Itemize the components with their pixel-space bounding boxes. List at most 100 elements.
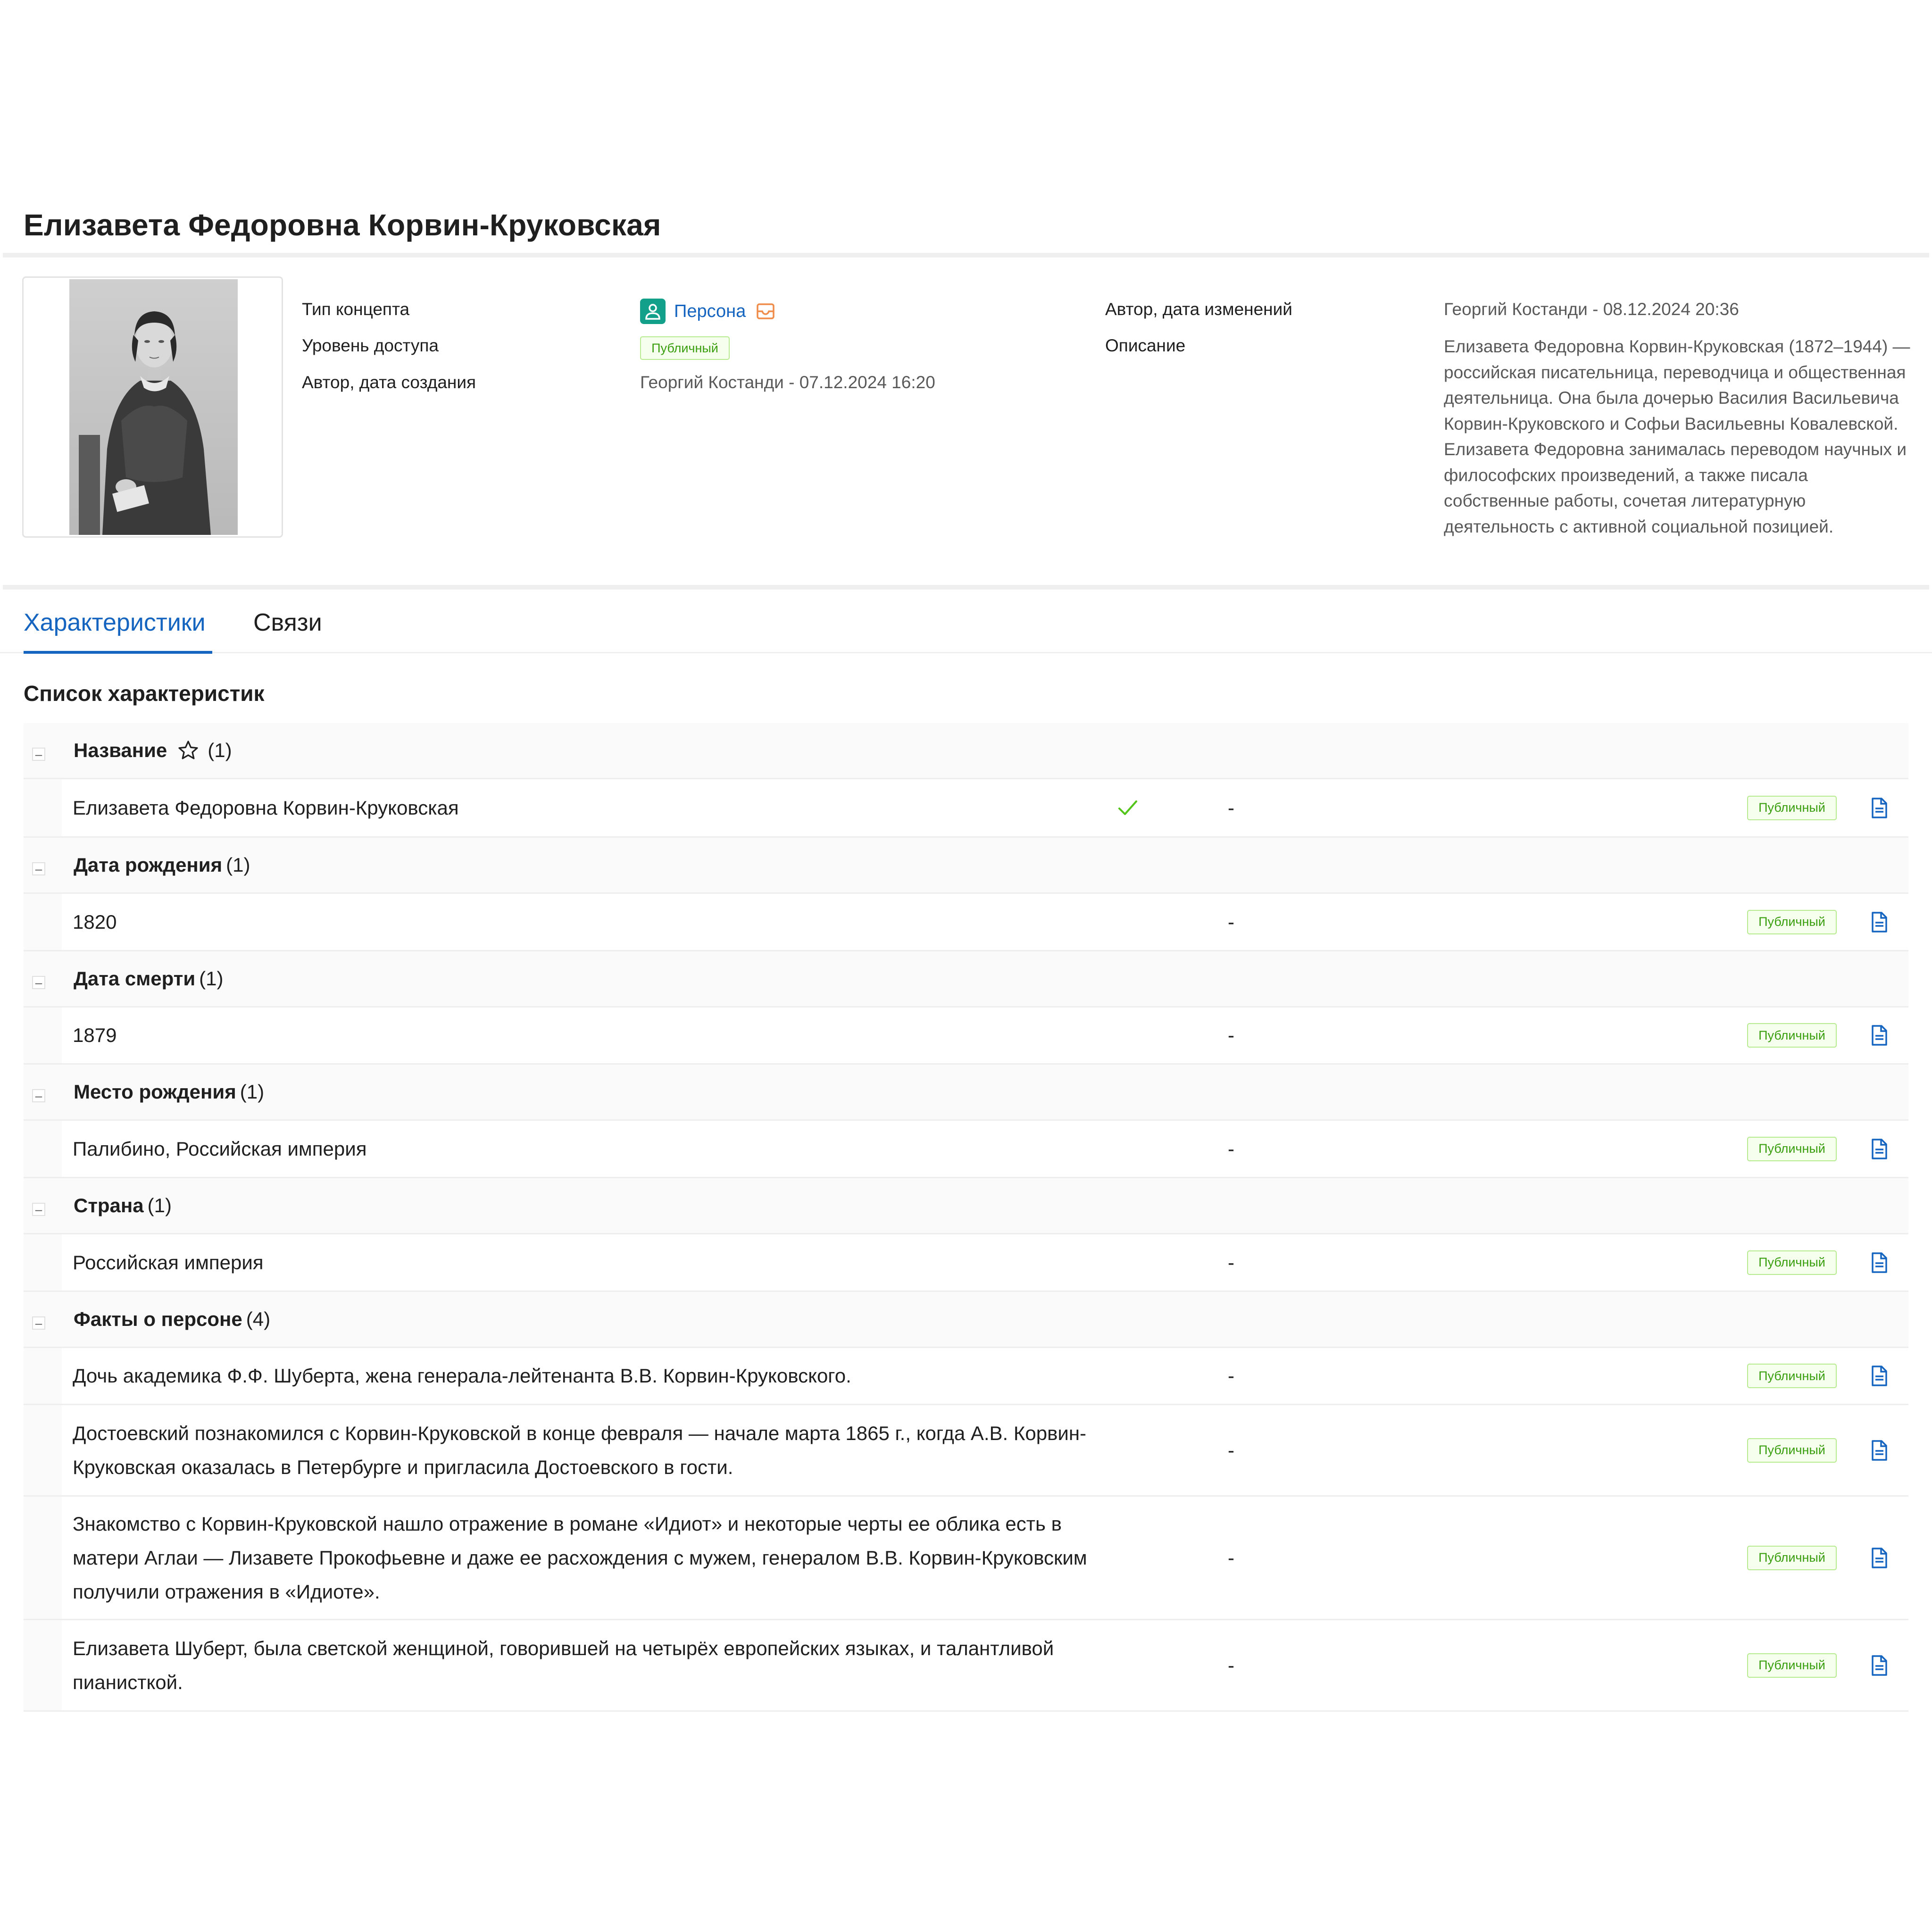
row-gutter xyxy=(24,1348,62,1404)
meta-divider xyxy=(3,585,1929,590)
description-value: Елизавета Федоровна Корвин-Круковская (1… xyxy=(1444,337,1910,536)
concept-type-label: Тип концепта xyxy=(302,300,410,319)
characteristic-group: – Название (1) xyxy=(24,723,1908,779)
star-icon[interactable] xyxy=(177,740,199,761)
characteristic-value: Елизавета Федоровна Корвин-Круковская xyxy=(73,796,459,819)
characteristic-row: Достоевский познакомился с Корвин-Круков… xyxy=(24,1405,1908,1497)
group-count: (1) xyxy=(147,1194,172,1216)
characteristic-row: Дочь академика Ф.Ф. Шуберта, жена генера… xyxy=(24,1348,1908,1405)
characteristic-value: Палибино, Российская империя xyxy=(73,1137,367,1160)
created-label: Автор, дата создания xyxy=(302,373,476,392)
characteristic-group: – Факты о персоне (4) xyxy=(24,1292,1908,1348)
group-label: Место рождения (1) xyxy=(74,1081,264,1103)
group-name: Дата смерти xyxy=(74,967,196,990)
tab-bar: Характеристики Связи xyxy=(0,594,1932,653)
empty-value-dash: - xyxy=(1228,1654,1234,1676)
portrait-image xyxy=(69,279,238,535)
empty-value-dash: - xyxy=(1228,1251,1234,1274)
group-name: Название xyxy=(74,739,167,761)
characteristic-group: – Дата смерти (1) xyxy=(24,951,1908,1008)
portrait-frame xyxy=(22,276,283,538)
status-badge: Публичный xyxy=(1747,1023,1837,1048)
status-badge: Публичный xyxy=(1747,1364,1837,1388)
row-gutter xyxy=(24,1405,62,1495)
group-name: Дата рождения xyxy=(74,854,223,876)
status-badge: Публичный xyxy=(1747,1545,1837,1570)
row-gutter xyxy=(24,1008,62,1063)
characteristic-value: Российская империя xyxy=(73,1251,264,1274)
status-badge: Публичный xyxy=(1747,1250,1837,1275)
check-icon xyxy=(1118,800,1137,815)
inbox-icon[interactable] xyxy=(755,301,776,322)
document-icon[interactable] xyxy=(1870,911,1888,933)
characteristic-value: Дочь академика Ф.Ф. Шуберта, жена генера… xyxy=(73,1365,851,1387)
empty-value-dash: - xyxy=(1228,1024,1234,1046)
collapse-toggle[interactable]: – xyxy=(32,748,45,761)
empty-value-dash: - xyxy=(1228,796,1234,819)
characteristic-group: – Дата рождения (1) xyxy=(24,838,1908,894)
tab-relations[interactable]: Связи xyxy=(253,608,322,637)
collapse-toggle[interactable]: – xyxy=(32,862,45,875)
group-count: (1) xyxy=(240,1081,265,1103)
header-divider xyxy=(3,253,1929,258)
status-badge: Публичный xyxy=(1747,1136,1837,1161)
empty-value-dash: - xyxy=(1228,1439,1234,1461)
status-badge: Публичный xyxy=(1747,1438,1837,1463)
status-badge: Публичный xyxy=(1747,909,1837,934)
row-gutter xyxy=(24,1234,62,1291)
characteristic-row: Российская империя - Публичный xyxy=(24,1234,1908,1292)
characteristic-value: Знакомство с Корвин-Круковской нашло отр… xyxy=(73,1512,1087,1603)
status-badge: Публичный xyxy=(1747,795,1837,820)
modified-value: Георгий Костанди - 08.12.2024 20:36 xyxy=(1444,300,1739,319)
portrait-photo xyxy=(69,279,238,535)
group-name: Страна xyxy=(74,1194,144,1216)
document-icon[interactable] xyxy=(1870,1440,1888,1461)
row-gutter xyxy=(24,779,62,836)
document-icon[interactable] xyxy=(1870,1655,1888,1676)
document-icon[interactable] xyxy=(1870,1024,1888,1046)
group-label: Дата рождения (1) xyxy=(74,854,250,876)
document-icon[interactable] xyxy=(1870,1138,1888,1160)
characteristic-value: 1820 xyxy=(73,910,117,933)
characteristic-row: Знакомство с Корвин-Круковской нашло отр… xyxy=(24,1497,1908,1620)
characteristics-table: – Название (1) Елизавета Федоровна Корвин-К… xyxy=(24,723,1908,1712)
group-label: Факты о персоне (4) xyxy=(74,1308,270,1331)
characteristic-row: Елизавета Шуберт, была светской женщиной… xyxy=(24,1620,1908,1712)
status-badge: Публичный xyxy=(1747,1653,1837,1678)
collapse-toggle[interactable]: – xyxy=(32,1316,45,1330)
group-label: Страна (1) xyxy=(74,1194,172,1217)
collapse-toggle[interactable]: – xyxy=(32,976,45,989)
characteristics-list-title: Список характеристик xyxy=(24,681,265,706)
characteristic-row: Елизавета Федоровна Корвин-Круковская - Пу… xyxy=(24,779,1908,838)
group-count: (1) xyxy=(199,967,224,990)
empty-value-dash: - xyxy=(1228,1365,1234,1387)
concept-type-value: Персона xyxy=(640,298,776,325)
characteristic-value: 1879 xyxy=(73,1024,117,1046)
group-count: (1) xyxy=(208,739,232,761)
access-level-badge: Публичный xyxy=(640,336,730,360)
access-level-label: Уровень доступа xyxy=(302,336,439,355)
collapse-toggle[interactable]: – xyxy=(32,1089,45,1102)
group-name: Место рождения xyxy=(74,1081,236,1103)
empty-value-dash: - xyxy=(1228,1137,1234,1160)
created-value: Георгий Костанди - 07.12.2024 16:20 xyxy=(640,373,935,392)
description-label: Описание xyxy=(1105,336,1186,355)
page-title: Елизавета Федоровна Корвин-Круковская xyxy=(24,208,661,242)
empty-value-dash: - xyxy=(1228,1546,1234,1569)
empty-value-dash: - xyxy=(1228,910,1234,933)
row-gutter xyxy=(24,894,62,950)
characteristic-value: Елизавета Шуберт, была светской женщиной… xyxy=(73,1637,1054,1693)
document-icon[interactable] xyxy=(1870,1365,1888,1387)
concept-type-link[interactable]: Персона xyxy=(674,301,746,322)
characteristic-row: Палибино, Российская империя - Публичный xyxy=(24,1121,1908,1178)
document-icon[interactable] xyxy=(1870,1252,1888,1274)
collapse-toggle[interactable]: – xyxy=(32,1203,45,1216)
characteristic-row: 1879 - Публичный xyxy=(24,1008,1908,1065)
group-label: Дата смерти (1) xyxy=(74,967,224,990)
modified-label: Автор, дата изменений xyxy=(1105,300,1292,319)
row-gutter xyxy=(24,1620,62,1710)
document-icon[interactable] xyxy=(1870,797,1888,819)
document-icon[interactable] xyxy=(1870,1547,1888,1569)
tab-characteristics[interactable]: Характеристики xyxy=(24,608,206,637)
row-gutter xyxy=(24,1497,62,1619)
